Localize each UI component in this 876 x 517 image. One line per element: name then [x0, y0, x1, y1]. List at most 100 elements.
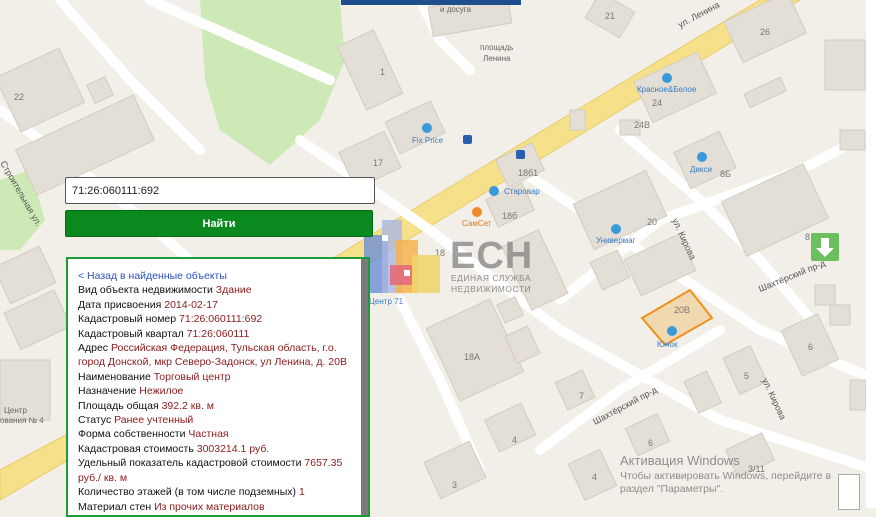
- info-row-key: Удельный показатель кадастровой стоимост…: [78, 457, 302, 470]
- info-row-key: Площадь общая: [78, 399, 159, 412]
- panel-scroll-thumb[interactable]: [361, 259, 368, 515]
- windows-activation-title: Активация Windows: [620, 453, 740, 468]
- info-row: Дата присвоения 2014-02-17: [78, 298, 362, 312]
- info-row-key: Кадастровый номер: [78, 313, 177, 326]
- number-7: 7: [579, 391, 584, 401]
- cadastral-search-input[interactable]: [65, 177, 375, 204]
- label-yunok: Юнок: [657, 340, 678, 349]
- number-18a: 18А: [464, 352, 480, 362]
- info-row: Наименование Торговый центр: [78, 370, 362, 384]
- label-krasnoe-beloe: Красное&Белое: [637, 85, 697, 94]
- info-row-key: Вид объекта недвижимости: [78, 284, 213, 297]
- info-row-value: Здание: [215, 284, 252, 297]
- info-row: Кадастровая стоимость 3003214.1 руб.: [78, 442, 362, 456]
- label-starovar: Старовар: [504, 187, 540, 196]
- number-5a: 5: [744, 371, 749, 381]
- number-18b1: 18б1: [518, 168, 538, 178]
- number-8: 8: [805, 232, 810, 242]
- info-row-key: Материал стен: [78, 500, 152, 513]
- number-26: 26: [760, 27, 770, 37]
- number-22: 22: [14, 92, 24, 102]
- info-row-value: Из прочих материалов: [154, 500, 265, 513]
- number-21: 21: [605, 11, 615, 21]
- info-row: Назначение Нежилое: [78, 384, 362, 398]
- arrow-down-button[interactable]: [811, 233, 839, 261]
- number-8b: 8Б: [720, 169, 731, 179]
- panel-scrollbar[interactable]: [361, 259, 368, 515]
- number-3: 3: [452, 480, 457, 490]
- number-6: 6: [808, 342, 813, 352]
- number-17: 17: [373, 158, 383, 168]
- label-centr71: Центр 71: [369, 297, 404, 306]
- info-row-value: 392.2 кв. м: [161, 399, 214, 412]
- info-row-value: 1: [298, 486, 305, 499]
- shopping-bag-icon[interactable]: [667, 326, 677, 336]
- info-row: Удельный показатель кадастровой стоимост…: [78, 456, 362, 485]
- logo-subtitle-2: НЕДВИЖИМОСТИ: [451, 284, 532, 294]
- number-24v: 24В: [634, 120, 650, 130]
- info-row-value: 3003214.1 руб.: [196, 442, 270, 455]
- logo-subtitle-1: ЕДИНАЯ СЛУЖБА: [451, 273, 532, 283]
- right-edge-panel: [866, 0, 876, 508]
- info-row: Кадастровый номер 71:26:060111:692: [78, 312, 362, 326]
- info-row-key: Адрес: [78, 342, 109, 355]
- info-row-key: Дата присвоения: [78, 298, 162, 311]
- label-lenina-street: ул. Ленина: [676, 0, 721, 30]
- info-row: Кадастровый квартал 71:26:060111: [78, 327, 362, 341]
- info-row-value: 71:26:060111:692: [179, 313, 263, 326]
- label-kirova-2: ул. Кирова: [760, 377, 788, 422]
- info-row-key: Количество этажей (в том числе подземных…: [78, 486, 297, 499]
- info-row: Площадь общая 392.2 кв. м: [78, 399, 362, 413]
- info-row-value: Ранее учтенный: [114, 414, 194, 427]
- info-row: Адрес Российская Федерация, Тульская обл…: [78, 341, 362, 370]
- info-row-key: Кадастровый квартал: [78, 327, 184, 340]
- label-fix-price: Fix Price: [412, 136, 444, 145]
- number-20v: 20В: [674, 305, 690, 315]
- back-to-results-link[interactable]: < Назад в найденные объекты: [78, 270, 227, 282]
- number-4: 4: [592, 472, 597, 482]
- object-info-content: < Назад в найденные объекты Вид объекта …: [78, 269, 362, 514]
- object-info-panel: < Назад в найденные объекты Вид объекта …: [66, 257, 370, 517]
- info-row-key: Наименование: [78, 370, 151, 383]
- bus-stop-icon[interactable]: [516, 150, 525, 159]
- info-row-value: 2014-02-17: [164, 298, 218, 311]
- number-24: 24: [652, 98, 662, 108]
- number-6b: 6: [648, 438, 653, 448]
- windows-activation-text: Чтобы активировать Windows, перейдите в …: [620, 470, 832, 495]
- number-5: 4: [512, 435, 517, 445]
- info-row-key: Кадастровая стоимость: [78, 442, 194, 455]
- label-square-2: Ленина: [483, 54, 511, 63]
- info-row-key: Форма собственности: [78, 428, 186, 441]
- label-diksi: Дикси: [690, 165, 712, 174]
- number-20: 20: [647, 217, 657, 227]
- info-row-value: Нежилое: [139, 385, 184, 398]
- shopping-bag-icon[interactable]: [489, 186, 499, 196]
- label-square: площадь: [480, 43, 513, 52]
- info-row-key: Статус: [78, 414, 112, 427]
- park-area: [200, 0, 345, 165]
- shopping-bag-icon[interactable]: [662, 73, 672, 83]
- label-top-poi: и досуга: [440, 5, 472, 14]
- number-1: 1: [380, 67, 385, 77]
- shopping-bag-icon[interactable]: [422, 123, 432, 133]
- shopping-bag-icon[interactable]: [611, 224, 621, 234]
- info-row: Материал стен Из прочих материалов: [78, 500, 362, 514]
- bus-stop-icon[interactable]: [463, 135, 472, 144]
- shopping-bag-icon[interactable]: [697, 152, 707, 162]
- label-tsentr-2: ования № 4: [0, 416, 44, 425]
- label-univermag: Универмаг: [596, 236, 636, 245]
- top-bar: [341, 0, 521, 5]
- logo-title: ЕСН: [450, 235, 534, 277]
- info-row-value: Частная: [188, 428, 229, 441]
- info-row: Форма собственности Частная: [78, 427, 362, 441]
- label-tsentr-1: Центр: [4, 406, 27, 415]
- object-info-rows: Вид объекта недвижимости Здание Дата прис…: [78, 283, 362, 514]
- info-row-key: Назначение: [78, 385, 137, 398]
- info-row-value: Торговый центр: [153, 370, 231, 383]
- corner-control[interactable]: [838, 474, 860, 510]
- arrow-down-icon: [816, 238, 834, 257]
- info-row: Вид объекта недвижимости Здание: [78, 283, 362, 297]
- find-button[interactable]: Найти: [65, 210, 373, 237]
- info-row-value: 71:26:060111: [186, 327, 250, 340]
- info-row: Статус Ранее учтенный: [78, 413, 362, 427]
